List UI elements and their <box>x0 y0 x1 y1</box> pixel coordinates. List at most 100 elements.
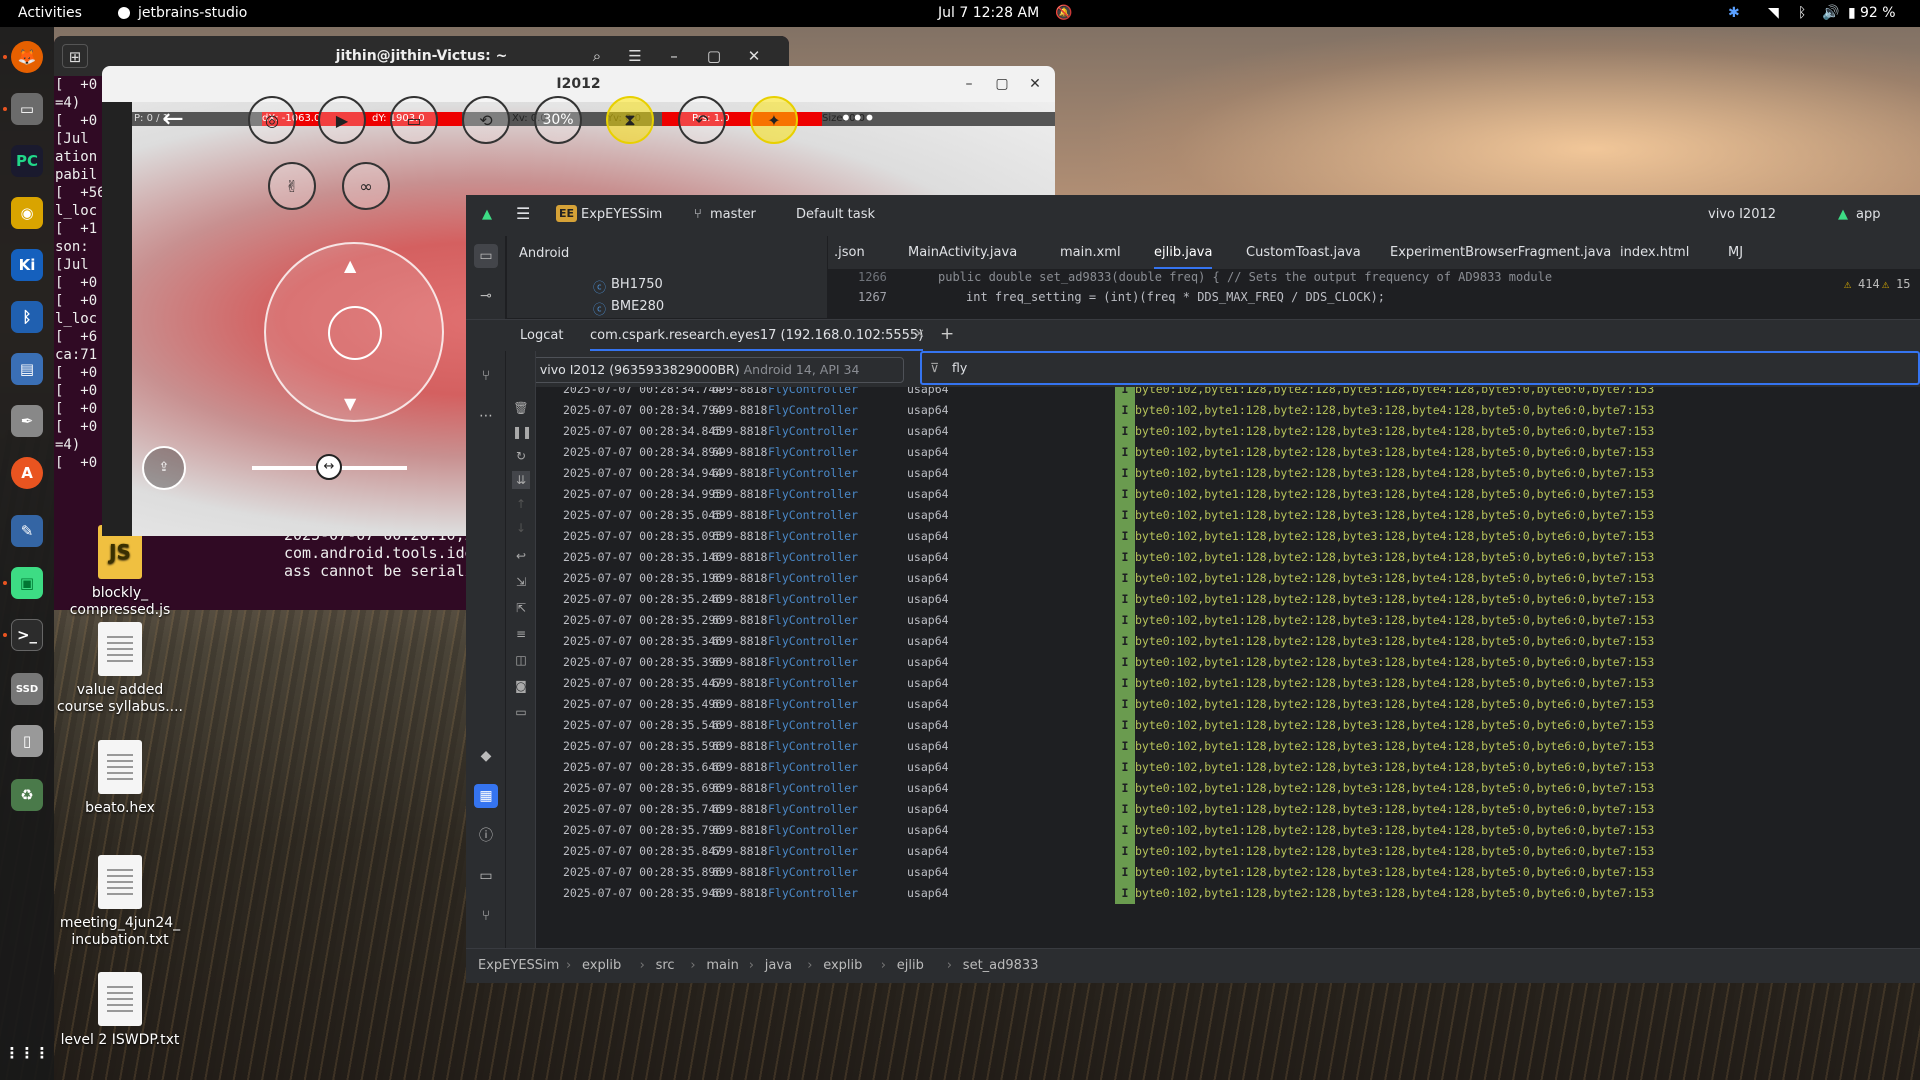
up-arrow-icon[interactable]: ▲ <box>344 256 356 275</box>
log-row[interactable]: 2025-07-07 00:28:35.045 699-8818 FlyContro… <box>537 505 1920 526</box>
more-icon[interactable]: ••• <box>840 106 875 130</box>
weak-warning-count[interactable]: 15 <box>1896 277 1910 291</box>
breadcrumb-item[interactable]: java <box>765 958 792 973</box>
import-icon[interactable]: ⇲ <box>512 573 530 591</box>
speed-button[interactable]: 30% <box>534 96 582 144</box>
minimize-button[interactable]: – <box>661 44 687 68</box>
soft-wrap-icon[interactable]: ↩ <box>512 547 530 565</box>
gimp-icon[interactable]: ◉ <box>11 197 43 229</box>
log-row[interactable]: 2025-07-07 00:28:35.796 699-8818 FlyContro… <box>537 820 1920 841</box>
device-dropdown[interactable]: ▯ vivo I2012 (9635933829000BR) Android 1… <box>518 357 904 383</box>
active-app-name[interactable]: jetbrains-studio <box>138 5 247 21</box>
writer-icon[interactable]: ▤ <box>11 353 43 385</box>
text-editor-icon[interactable]: ✎ <box>11 515 43 547</box>
project-tool-icon[interactable]: ▭ <box>474 244 498 268</box>
pycharm-icon[interactable]: PC <box>11 145 43 177</box>
desktop-file[interactable]: meeting_4jun24_ incubation.txt <box>55 855 185 949</box>
hourglass-icon[interactable]: ⧗ <box>606 96 654 144</box>
log-row[interactable]: 2025-07-07 00:28:35.646 699-8818 FlyContro… <box>537 757 1920 778</box>
main-menu-icon[interactable]: ☰ <box>516 204 530 223</box>
wifi-icon[interactable]: ◥ <box>1768 5 1779 21</box>
logcat-filter-input[interactable]: ⊽ fly <box>920 351 1920 385</box>
bluetooth-tray-icon[interactable]: ✱ <box>1728 5 1740 21</box>
breadcrumb-item[interactable]: src <box>656 958 675 973</box>
flip-icon[interactable]: ↶ <box>678 96 726 144</box>
commit-icon[interactable]: ⊸ <box>474 284 498 308</box>
log-row[interactable]: 2025-07-07 00:28:35.346 699-8818 FlyContro… <box>537 631 1920 652</box>
git-icon[interactable]: ⑂ <box>474 904 498 928</box>
project-view-selector[interactable]: Android <box>519 246 569 261</box>
tab-mj[interactable]: MJ <box>1728 245 1743 260</box>
takeoff-icon[interactable]: ⇪ <box>142 446 186 490</box>
tree-item[interactable]: BH1750 <box>611 277 663 292</box>
folder-icon[interactable]: ▭ <box>390 96 438 144</box>
log-row[interactable]: 2025-07-07 00:28:34.794 699-8818 FlyContro… <box>537 400 1920 421</box>
volume-icon[interactable]: 🔊 <box>1822 5 1839 21</box>
activities-button[interactable]: Activities <box>18 5 82 21</box>
log-row[interactable]: 2025-07-07 00:28:34.845 699-8818 FlyContro… <box>537 421 1920 442</box>
terminal-tool-icon[interactable]: ▭ <box>474 864 498 888</box>
screenshot-icon[interactable]: ◙ <box>512 677 530 695</box>
joystick-knob[interactable] <box>328 306 382 360</box>
lock-icon[interactable]: ✦ <box>750 96 798 144</box>
log-row[interactable]: 2025-07-07 00:28:35.396 699-8818 FlyContro… <box>537 652 1920 673</box>
close-button[interactable]: ✕ <box>1020 66 1050 102</box>
warning-count[interactable]: 414 <box>1858 277 1880 291</box>
minimize-button[interactable]: – <box>954 66 984 102</box>
log-row[interactable]: 2025-07-07 00:28:35.447 699-8818 FlyContro… <box>537 673 1920 694</box>
desktop-file[interactable]: value added course syllabus.... <box>55 622 185 716</box>
down-arrow-icon[interactable]: ▼ <box>344 394 356 413</box>
close-button[interactable]: ✕ <box>741 44 767 68</box>
log-row[interactable]: 2025-07-07 00:28:34.744 699-8818 FlyContro… <box>537 387 1920 400</box>
bluetooth-icon[interactable]: ᛒ <box>1798 5 1806 21</box>
maximize-button[interactable]: ▢ <box>987 66 1017 102</box>
log-row[interactable]: 2025-07-07 00:28:35.746 699-8818 FlyContro… <box>537 799 1920 820</box>
breadcrumb-item[interactable]: explib <box>823 958 862 973</box>
kicad-icon[interactable]: Ki <box>11 249 43 281</box>
desktop-file[interactable]: beato.hex <box>55 740 185 817</box>
logcat-session-tab[interactable]: com.cspark.research.eyes17 (192.168.0.10… <box>590 328 924 351</box>
files-icon[interactable]: ▭ <box>11 93 43 125</box>
maximize-button[interactable]: ▢ <box>701 44 727 68</box>
gesture-icon[interactable]: ✌ <box>268 162 316 210</box>
problems-icon[interactable]: ⓘ <box>474 824 498 848</box>
rotate-camera-icon[interactable]: ⟲ <box>462 96 510 144</box>
log-row[interactable]: 2025-07-07 00:28:35.896 699-8818 FlyContro… <box>537 862 1920 883</box>
joystick-control[interactable]: ▲ ▼ <box>264 242 444 422</box>
back-arrow-icon[interactable]: ← <box>162 104 184 134</box>
tab-index-html[interactable]: index.html <box>1620 245 1689 260</box>
android-studio-icon[interactable]: ▣ <box>11 567 43 599</box>
log-row[interactable]: 2025-07-07 00:28:35.246 699-8818 FlyContro… <box>537 589 1920 610</box>
gemini-icon[interactable]: ◆ <box>474 744 498 768</box>
restart-icon[interactable]: ↻ <box>512 447 530 465</box>
log-row[interactable]: 2025-07-07 00:28:35.847 699-8818 FlyContro… <box>537 841 1920 862</box>
run-config-selector[interactable]: app <box>1856 207 1880 222</box>
bluetooth-app-icon[interactable]: ᛒ <box>11 301 43 333</box>
device-selector[interactable]: vivo I2012 <box>1708 207 1776 222</box>
log-row[interactable]: 2025-07-07 00:28:35.095 699-8818 FlyContro… <box>537 526 1920 547</box>
tab-main-xml[interactable]: main.xml <box>1060 245 1121 260</box>
tab-ejlib[interactable]: ejlib.java <box>1154 245 1213 269</box>
add-tab-icon[interactable]: + <box>940 324 954 344</box>
pull-requests-icon[interactable]: ⑂ <box>474 364 498 388</box>
tab-json[interactable]: .json <box>834 245 865 260</box>
clock[interactable]: Jul 7 12:28 AM <box>938 5 1039 21</box>
desktop-file[interactable]: level 2 ISWDP.txt <box>55 972 185 1049</box>
log-row[interactable]: 2025-07-07 00:28:35.946 699-8818 FlyContro… <box>537 883 1920 904</box>
project-selector[interactable]: ExpEYESSim <box>581 207 662 222</box>
camera-icon[interactable]: ◎ <box>248 96 296 144</box>
clear-logcat-icon[interactable]: 🗑 <box>512 399 530 417</box>
close-tab-icon[interactable]: ✕ <box>914 327 925 342</box>
log-row[interactable]: 2025-07-07 00:28:34.944 699-8818 FlyContro… <box>537 463 1920 484</box>
screen-record-icon[interactable]: ▭ <box>512 703 530 721</box>
tree-item[interactable]: BME280 <box>611 299 664 314</box>
log-row[interactable]: 2025-07-07 00:28:35.596 699-8818 FlyContro… <box>537 736 1920 757</box>
breadcrumb-item[interactable]: ejlib <box>897 958 924 973</box>
pause-icon[interactable]: ❚❚ <box>512 423 532 441</box>
more-tools-icon[interactable]: ⋯ <box>474 404 498 428</box>
loop-icon[interactable]: ∞ <box>342 162 390 210</box>
battery-icon[interactable]: ▮ <box>1848 5 1856 21</box>
breadcrumb-item[interactable]: main <box>706 958 738 973</box>
breadcrumb-item[interactable]: set_ad9833 <box>963 958 1039 973</box>
firefox-icon[interactable]: 🦊 <box>11 41 43 73</box>
